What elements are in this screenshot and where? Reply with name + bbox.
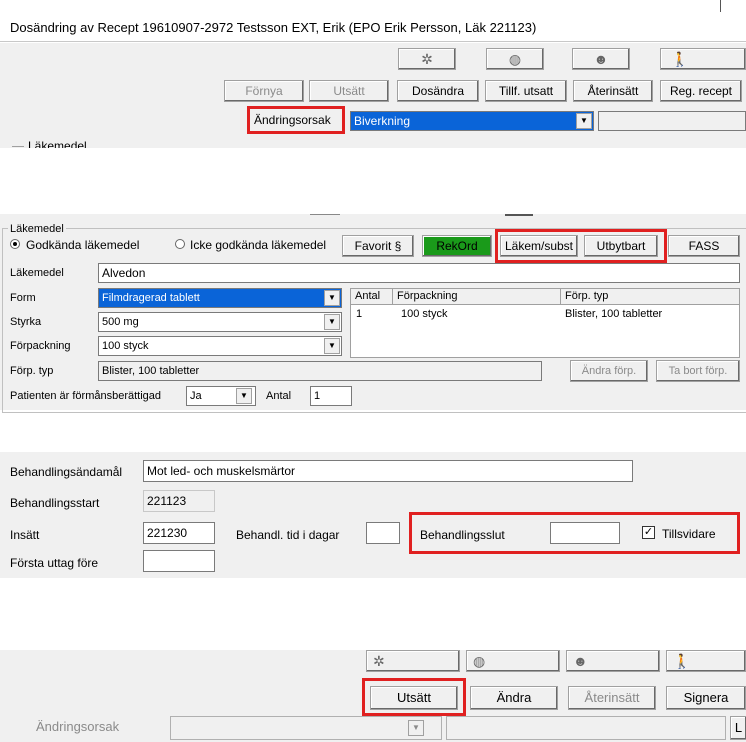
lakemedel-input[interactable]: Alvedon — [98, 263, 740, 283]
chevron-down-icon[interactable]: ▼ — [576, 113, 592, 129]
col-header-forpackning[interactable]: Förpackning — [393, 289, 561, 305]
radio-godkanda-label: Godkända läkemedel — [26, 238, 140, 252]
behandlingsandamal-label: Behandlingsändamål — [10, 465, 123, 479]
highlight-behandlingsslut — [409, 512, 740, 554]
forpackning-select[interactable]: 100 styck — [98, 336, 342, 356]
andra-button[interactable]: Ändra — [470, 686, 558, 710]
forsta-uttag-input[interactable] — [143, 550, 215, 572]
lakemedel-group-line — [12, 146, 24, 147]
dosandra-button[interactable]: Dosändra — [397, 80, 479, 102]
top-cut-marks — [310, 214, 340, 215]
forp-typ-label: Förp. typ — [10, 365, 54, 377]
antal-input[interactable]: 1 — [310, 386, 352, 406]
behandl-tid-input[interactable] — [366, 522, 400, 544]
formansberattigad-value: Ja — [190, 390, 202, 402]
behandl-tid-label: Behandl. tid i dagar — [236, 528, 340, 542]
form-select[interactable]: Filmdragerad tablett — [98, 288, 342, 308]
forp-typ-field: Blister, 100 tabletter — [98, 361, 542, 381]
window-title: Dosändring av Recept 19610907-2972 Tests… — [10, 20, 537, 35]
reg-recept-button[interactable]: Reg. recept — [660, 80, 742, 102]
behandlingsstart-field: 221123 — [143, 490, 215, 512]
andringsorsak-extra-field[interactable] — [446, 716, 726, 740]
person-icon[interactable]: ☻ — [566, 650, 660, 672]
snowflake-icon[interactable]: ✲ — [366, 650, 460, 672]
insatt-label: Insätt — [10, 528, 40, 542]
chevron-down-icon[interactable]: ▼ — [324, 314, 340, 330]
andra-forp-button[interactable]: Ändra förp. — [570, 360, 648, 382]
radio-godkanda[interactable] — [10, 239, 20, 249]
walking-person-icon[interactable]: 🚶 — [660, 48, 746, 70]
styrka-label: Styrka — [10, 316, 42, 328]
chevron-down-icon[interactable]: ▼ — [324, 290, 340, 306]
highlight-andringsorsak — [247, 106, 345, 134]
form-value: Filmdragerad tablett — [102, 292, 200, 304]
favorit-button[interactable]: Favorit § — [342, 235, 414, 257]
forpackning-label: Förpackning — [10, 340, 71, 352]
lakemedel-label: Läkemedel — [10, 267, 64, 279]
fornya-button[interactable]: Förnya — [224, 80, 304, 102]
col-header-forp-typ[interactable]: Förp. typ — [561, 289, 739, 305]
rekord-button[interactable]: RekOrd — [422, 235, 492, 257]
forsta-uttag-label: Första uttag före — [10, 556, 99, 570]
styrka-value: 500 mg — [102, 316, 139, 328]
table-cell-forpackning[interactable]: 100 styck — [401, 308, 447, 320]
dialog-dosandring: Dosändring av Recept 19610907-2972 Tests… — [0, 0, 746, 148]
cut-button[interactable]: L — [730, 716, 746, 740]
behandlingsstart-label: Behandlingsstart — [10, 496, 100, 510]
radio-dot — [13, 242, 17, 246]
forpackning-value: 100 styck — [102, 340, 149, 352]
lakemedel-group-label: Läkemedel — [8, 222, 66, 236]
andringsorsak-select[interactable] — [170, 716, 442, 740]
antal-label: Antal — [266, 390, 292, 402]
chevron-down-icon[interactable]: ▼ — [408, 720, 424, 736]
dialog-lakemedel: Läkemedel Godkända läkemedel Icke godkän… — [0, 214, 746, 413]
utsatt-button[interactable]: Utsätt — [309, 80, 389, 102]
package-table[interactable]: Antal Förpackning Förp. typ 1 100 styck … — [350, 288, 740, 358]
title-divider — [720, 0, 721, 12]
formansberattigad-label: Patienten är förmånsberättigad — [10, 390, 162, 402]
radio-icke-godkanda[interactable] — [175, 239, 185, 249]
andringsorsak-value: Biverkning — [354, 114, 411, 128]
table-cell-forp-typ[interactable]: Blister, 100 tabletter — [565, 308, 662, 320]
snowflake-icon[interactable]: ✲ — [398, 48, 456, 70]
tillf-utsatt-button[interactable]: Tillf. utsatt — [485, 80, 567, 102]
globe-icon[interactable]: ◍ — [466, 650, 560, 672]
ta-bort-forp-button[interactable]: Ta bort förp. — [656, 360, 740, 382]
behandlingsandamal-input[interactable]: Mot led- och muskelsmärtor — [143, 460, 633, 482]
person-icon[interactable]: ☻ — [572, 48, 630, 70]
col-header-antal[interactable]: Antal — [351, 289, 393, 305]
chevron-down-icon[interactable]: ▼ — [324, 338, 340, 354]
chevron-down-icon[interactable]: ▼ — [236, 388, 252, 404]
andringsorsak-extra-field[interactable] — [598, 111, 746, 131]
dialog-behandling: Behandlingsändamål Mot led- och muskelsm… — [0, 452, 746, 578]
form-label: Form — [10, 292, 36, 304]
andringsorsak-select[interactable]: Biverkning — [350, 111, 594, 131]
andringsorsak-label: Ändringsorsak — [36, 719, 120, 734]
aterinsatt-button[interactable]: Återinsätt — [568, 686, 656, 710]
top-cut-marks-2 — [505, 214, 533, 216]
table-cell-antal[interactable]: 1 — [356, 308, 362, 320]
fass-button[interactable]: FASS — [668, 235, 740, 257]
highlight-lakem-utbytbart — [495, 229, 667, 263]
radio-icke-label: Icke godkända läkemedel — [190, 238, 327, 252]
lakemedel-cut-label: Läkemedel — [28, 139, 87, 148]
globe-icon[interactable]: ◍ — [486, 48, 544, 70]
highlight-utsatt — [362, 678, 466, 716]
walking-person-icon[interactable]: 🚶 — [666, 650, 746, 672]
dialog-utsatt: ✲ ◍ ☻ 🚶 Utsätt Ändra Återinsätt Signera … — [0, 650, 746, 742]
signera-button[interactable]: Signera — [666, 686, 746, 710]
insatt-input[interactable]: 221230 — [143, 522, 215, 544]
aterinsatt-button[interactable]: Återinsätt — [573, 80, 653, 102]
styrka-select[interactable]: 500 mg — [98, 312, 342, 332]
